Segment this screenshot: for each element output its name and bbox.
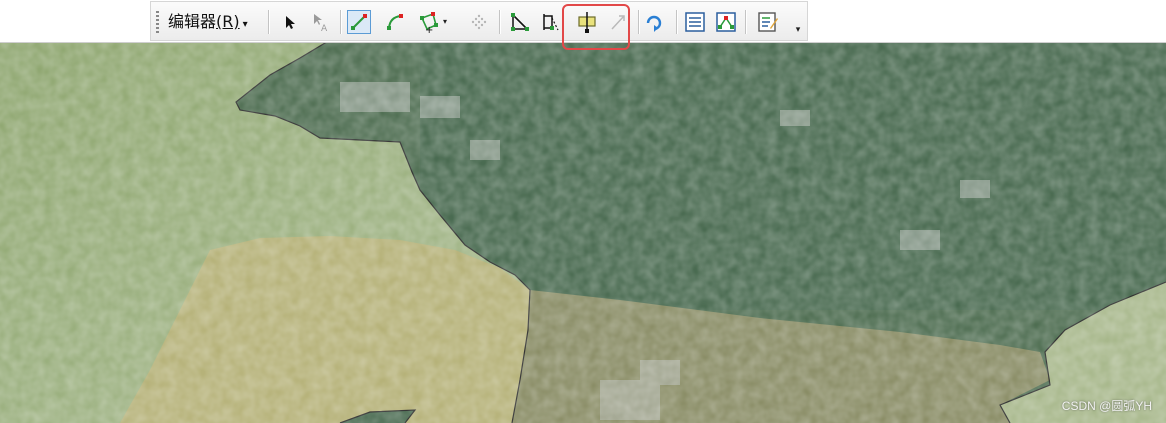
edit-tool-button[interactable] (277, 10, 301, 34)
editor-menu-button[interactable]: 编辑器(R) ▾ (168, 11, 248, 33)
watermark: CSDN @圆弧YH (1061, 399, 1152, 413)
toolbar-separator (638, 10, 640, 34)
straight-segment-button[interactable] (347, 10, 371, 34)
rotate-button[interactable] (642, 10, 666, 34)
chevron-down-icon: ▾ (242, 19, 248, 30)
highlight-box-cut-polygons (562, 4, 630, 50)
toolbar-separator (745, 10, 747, 34)
create-features-button[interactable] (756, 10, 780, 34)
toolbar-overflow-chevron-icon[interactable]: ▾ (792, 24, 804, 36)
toolbar-grip-handle[interactable] (156, 11, 159, 33)
toolbar-separator (676, 10, 678, 34)
reshape-icon (543, 14, 559, 31)
toolbar-separator (499, 10, 501, 34)
arc-segment-button[interactable] (383, 10, 407, 34)
rotate-icon (646, 15, 662, 32)
editor-menu-label: 编辑器 (168, 12, 217, 31)
toolbar-separator (340, 10, 342, 34)
annotation-arrow-icon: A (314, 14, 328, 34)
arc-segment-icon (387, 14, 403, 30)
sketch-properties-icon (716, 12, 736, 32)
attributes-button[interactable] (683, 10, 707, 34)
cursor-arrow-icon (286, 16, 295, 29)
svg-text:+: + (425, 25, 433, 34)
point-construction-button[interactable]: + (417, 10, 441, 34)
dotted-trace-icon (471, 14, 487, 30)
edit-vertices-button[interactable] (508, 10, 532, 34)
editor-menu-accelerator: (R) (216, 12, 240, 31)
sketch-properties-button[interactable] (714, 10, 738, 34)
imagery-texture (0, 0, 1166, 423)
straight-segment-icon (351, 14, 367, 30)
reshape-feature-button[interactable] (539, 10, 563, 34)
polygon-point-icon: + (420, 12, 438, 34)
map-canvas[interactable] (0, 0, 1166, 423)
edit-vertices-icon (511, 13, 529, 31)
edit-annotation-tool-button[interactable]: A (308, 10, 332, 34)
toolbar-separator (268, 10, 270, 34)
create-features-icon (758, 12, 778, 32)
chevron-down-icon[interactable]: ▾ (443, 14, 451, 30)
editor-toolbar: 编辑器(R) ▾ A + ▾ ▾ (150, 1, 808, 41)
attributes-table-icon (685, 12, 705, 32)
trace-button[interactable] (467, 10, 491, 34)
svg-text:A: A (321, 24, 328, 34)
